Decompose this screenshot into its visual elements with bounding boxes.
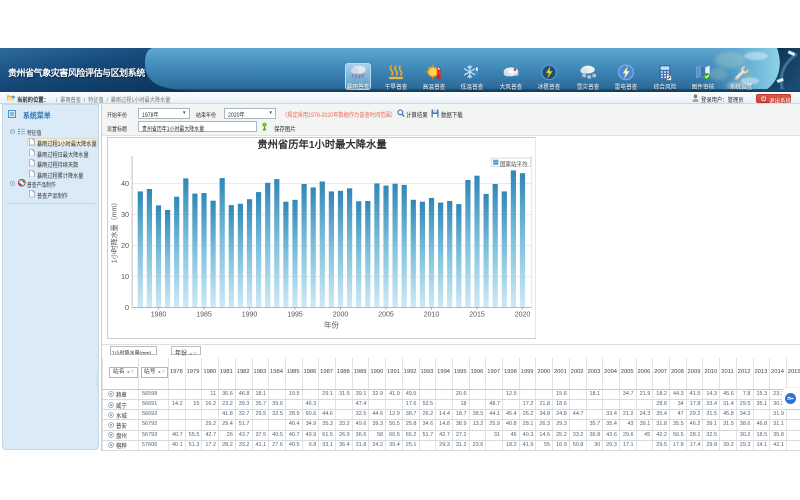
svg-text:1995: 1995 — [287, 312, 303, 319]
svg-text:1990: 1990 — [241, 312, 257, 319]
svg-text:2000: 2000 — [332, 312, 348, 319]
svg-text:2015: 2015 — [469, 312, 485, 319]
svg-text:1小时降水量（mm）: 1小时降水量（mm） — [109, 199, 118, 264]
svg-text:国家站平均: 国家站平均 — [500, 160, 528, 168]
svg-text:✻: ✻ — [591, 72, 596, 79]
svg-text:20: 20 — [120, 241, 128, 250]
svg-text:40: 40 — [120, 179, 128, 188]
svg-text:0: 0 — [125, 303, 129, 312]
svg-text:2005: 2005 — [378, 312, 394, 319]
svg-text:1980: 1980 — [150, 312, 166, 319]
svg-text:1985: 1985 — [196, 312, 212, 319]
svg-text:✻: ✻ — [581, 72, 586, 79]
svg-text:年份: 年份 — [324, 320, 339, 330]
svg-text:2020: 2020 — [514, 312, 530, 319]
svg-text:10: 10 — [120, 272, 128, 281]
svg-text:2010: 2010 — [423, 312, 439, 319]
svg-text:30: 30 — [120, 210, 128, 219]
svg-text:✻: ✻ — [586, 74, 591, 81]
svg-text:贵州省历年1小时最大降水量: 贵州省历年1小时最大降水量 — [257, 138, 387, 151]
